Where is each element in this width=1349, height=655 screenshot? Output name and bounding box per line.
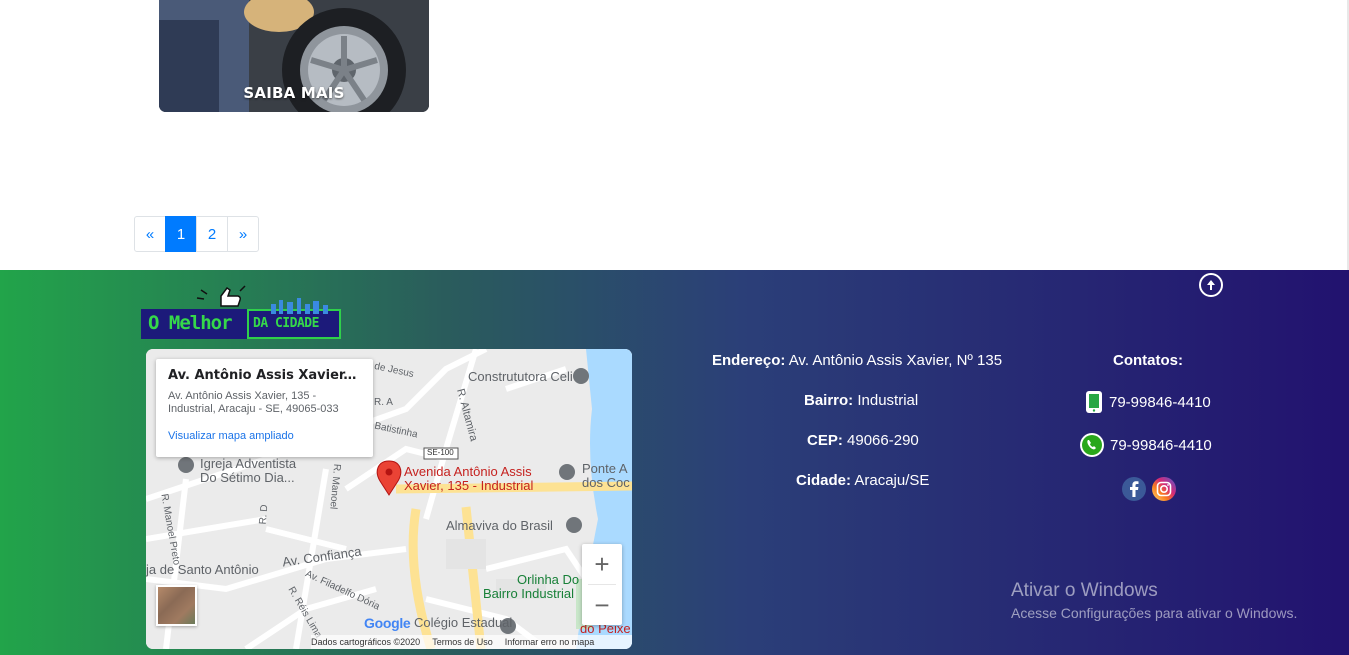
map-label-ponte-2: dos Coc — [582, 475, 630, 490]
footer: O Melhor DA CIDADE Constrututora Celi Ig… — [0, 270, 1349, 655]
saiba-mais-button[interactable]: SAIBA MAIS — [159, 84, 429, 102]
map-info-window: Av. Antônio Assis Xavier, 135 -... Av. A… — [156, 359, 373, 457]
scroll-to-top-button[interactable] — [1199, 273, 1223, 297]
zoom-in-button[interactable]: + — [582, 544, 622, 584]
contacts-title: Contatos: — [1113, 352, 1183, 369]
map-label-ra: R. A — [374, 397, 393, 408]
map-label-rd: R. D — [257, 504, 271, 525]
arrow-up-icon — [1207, 280, 1215, 290]
address-cidade: Cidade: Aracaju/SE — [796, 472, 930, 489]
instagram-icon[interactable] — [1151, 476, 1177, 502]
phone-icon — [1086, 391, 1102, 413]
google-logo: Google — [364, 615, 411, 631]
windows-activation-watermark: Ativar o Windows Acesse Configurações pa… — [1011, 580, 1298, 621]
map-label-colegio: Colégio Estadual — [414, 615, 513, 630]
map-label-igreja: Igreja Adventista — [200, 456, 297, 471]
contact-whatsapp[interactable]: 79-99846-4410 — [1079, 432, 1212, 458]
zoom-out-button[interactable]: − — [582, 585, 622, 625]
pagination-next[interactable]: » — [227, 216, 259, 252]
address-bairro: Bairro: Industrial — [804, 392, 919, 409]
view-larger-map-link[interactable]: Visualizar mapa ampliado — [168, 430, 361, 442]
google-map[interactable]: Constrututora Celi Igreja Adventista Do … — [146, 349, 632, 649]
facebook-icon[interactable] — [1121, 476, 1147, 502]
map-info-address: Av. Antônio Assis Xavier, 135 - Industri… — [168, 390, 339, 415]
whatsapp-icon — [1080, 433, 1104, 457]
map-info-title: Av. Antônio Assis Xavier, 135 -... — [168, 368, 361, 383]
logo-text-main: O Melhor — [148, 312, 233, 334]
logo-text-sub: DA CIDADE — [253, 316, 319, 331]
contact-phone[interactable]: 79-99846-4410 — [1084, 390, 1211, 414]
map-label-orlinha-2: Bairro Industrial — [483, 586, 575, 601]
pagination: « 1 2 » — [134, 216, 259, 252]
social-links — [1121, 476, 1177, 502]
pagination-prev[interactable]: « — [134, 216, 166, 252]
map-terms-link[interactable]: Termos de Uso — [432, 637, 493, 647]
map-label-ponte: Ponte A — [582, 461, 628, 476]
map-label-santo-antonio: ja de Santo Antônio — [146, 562, 259, 577]
pagination-page-1[interactable]: 1 — [165, 216, 197, 252]
map-data-credit: Dados cartográficos ©2020 — [311, 637, 421, 647]
map-label-almaviva: Almaviva do Brasil — [446, 518, 553, 533]
map-label-construtora: Constrututora Celi — [468, 369, 573, 384]
map-pin-label: Avenida Antônio Assis Xavier, 135 - Indu… — [404, 464, 534, 493]
address-endereco: Endereço: Av. Antônio Assis Xavier, Nº 1… — [712, 352, 1003, 369]
map-report-link[interactable]: Informar erro no mapa — [505, 637, 595, 647]
satellite-toggle[interactable] — [156, 585, 197, 626]
map-label-igreja-2: Do Sétimo Dia... — [200, 470, 295, 485]
map-zoom-control: + − — [582, 544, 622, 625]
pagination-page-2[interactable]: 2 — [196, 216, 228, 252]
map-label-orlinha: Orlinha Do — [517, 572, 580, 587]
map-footer: Dados cartográficos ©2020 Termos de Uso … — [311, 635, 632, 649]
site-logo[interactable]: O Melhor DA CIDADE — [141, 278, 341, 342]
map-label-se100: SE-100 — [427, 448, 454, 457]
address-cep: CEP: 49066-290 — [807, 432, 919, 449]
service-card[interactable]: SAIBA MAIS — [159, 0, 429, 112]
